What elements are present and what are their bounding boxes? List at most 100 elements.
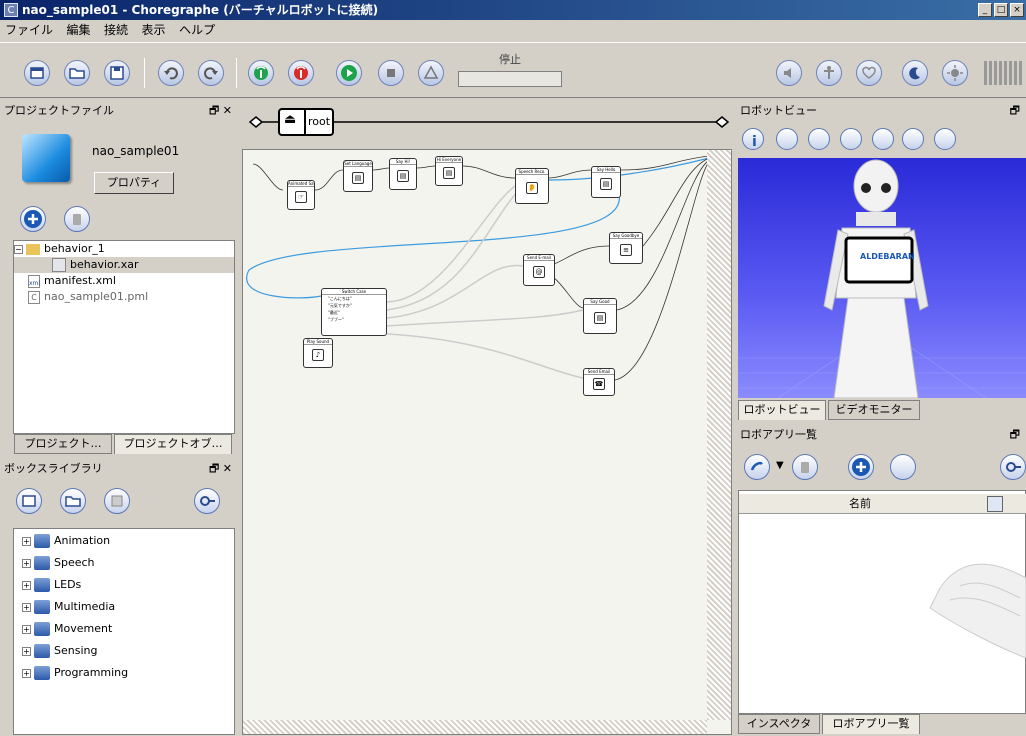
search-app-icon[interactable] — [1000, 454, 1026, 480]
open-library-icon[interactable] — [60, 488, 86, 514]
file-icon — [52, 258, 66, 272]
menu-help[interactable]: ヘルプ — [174, 20, 220, 40]
library-item-animation[interactable]: + Animation — [22, 533, 234, 549]
dropdown-arrow-icon[interactable]: ▼ — [776, 460, 784, 471]
open-project-icon[interactable] — [64, 60, 90, 86]
new-library-icon[interactable] — [16, 488, 42, 514]
new-project-icon[interactable] — [24, 60, 50, 86]
switch-case-item: "最近" — [328, 310, 340, 315]
project-panel: プロジェクトファイル 🗗 ✕ nao_sample01 プロパティ − behav… — [0, 100, 238, 456]
search-library-icon[interactable] — [194, 488, 220, 514]
main-toolbar: 停止 — [0, 42, 1026, 98]
library-item-multimedia[interactable]: + Multimedia — [22, 599, 234, 615]
stop-icon[interactable] — [378, 60, 404, 86]
disconnect-icon[interactable] — [288, 60, 314, 86]
panel-title: ロボットビュー — [740, 104, 817, 117]
redo-icon[interactable] — [198, 60, 224, 86]
menu-view[interactable]: 表示 — [137, 20, 171, 40]
rotate-icon[interactable] — [840, 128, 862, 150]
minimize-button[interactable]: _ — [978, 3, 992, 17]
menu-file[interactable]: ファイル — [0, 20, 58, 40]
upload-arrow-icon: ⏏ — [284, 112, 297, 127]
flow-box-send-mail[interactable]: Send Email ☎ — [583, 368, 615, 396]
tab-project-objects[interactable]: プロジェクトオブ… — [114, 434, 232, 454]
play-icon[interactable] — [336, 60, 362, 86]
delete-icon[interactable] — [64, 206, 90, 232]
save-library-icon[interactable] — [104, 488, 130, 514]
zoom-icon[interactable] — [902, 128, 924, 150]
close-button[interactable]: × — [1010, 3, 1024, 17]
package-app-icon[interactable] — [890, 454, 916, 480]
library-item-movement[interactable]: + Movement — [22, 621, 234, 637]
tab-app-list[interactable]: ロボアプリ一覧 — [822, 714, 920, 734]
library-item-sensing[interactable]: + Sensing — [22, 643, 234, 659]
battery-icon — [984, 61, 1024, 85]
wakeup-icon[interactable] — [942, 60, 968, 86]
add-app-icon[interactable] — [848, 454, 874, 480]
flow-box-speech-reco[interactable]: Speech Reco. 👂 — [515, 168, 549, 204]
panel-float-icon[interactable]: 🗗 — [1010, 424, 1020, 446]
volume-icon[interactable] — [776, 60, 802, 86]
window-title: nao_sample01 - Choregraphe (バーチャルロボットに接続… — [22, 3, 379, 17]
hand-view-icon[interactable] — [808, 128, 830, 150]
menu-edit[interactable]: 編集 — [62, 20, 96, 40]
box-hand-icon: ☞ — [295, 191, 307, 203]
flow-box-send-email[interactable]: Send E-mail @ — [523, 254, 555, 286]
robot-3d-view[interactable]: ALDEBARAN — [738, 158, 1026, 398]
tab-robot-view[interactable]: ロボットビュー — [738, 400, 826, 420]
menu-connect[interactable]: 接続 — [99, 20, 133, 40]
tree-item-behavior-folder[interactable]: − behavior_1 — [14, 241, 234, 257]
install-app-icon[interactable] — [744, 454, 770, 480]
library-folder-icon — [34, 600, 50, 614]
posture-icon[interactable] — [816, 60, 842, 86]
flow-box-say-hi[interactable]: Say Hi! ▤ — [389, 158, 417, 190]
add-icon[interactable] — [20, 206, 46, 232]
properties-button[interactable]: プロパティ — [94, 172, 174, 194]
sleep-icon[interactable] — [902, 60, 928, 86]
status-label: 停止 — [499, 53, 521, 66]
tab-project-files[interactable]: プロジェクト… — [14, 434, 112, 454]
remove-app-icon[interactable] — [792, 454, 818, 480]
undo-icon[interactable] — [158, 60, 184, 86]
info-icon[interactable]: i — [742, 128, 764, 150]
switch-case-item: "ブブー" — [328, 317, 344, 322]
tab-video-monitor[interactable]: ビデオモニター — [828, 400, 920, 420]
flow-box-say-hello[interactable]: Say Hello ▤ — [591, 166, 621, 198]
maximize-button[interactable]: □ — [994, 3, 1008, 17]
library-item-leds[interactable]: + LEDs — [22, 577, 234, 593]
save-project-icon[interactable] — [104, 60, 130, 86]
svg-text:i: i — [752, 134, 757, 150]
flow-scrollbar-vertical[interactable] — [707, 150, 731, 720]
tree-item-behavior-xar[interactable]: behavior.xar — [14, 257, 234, 273]
reset-view-icon[interactable] — [934, 128, 956, 150]
library-folder-icon — [34, 556, 50, 570]
column-flag-icon[interactable] — [987, 496, 1003, 512]
panel-float-close-icon[interactable]: 🗗 ✕ — [209, 458, 232, 480]
flow-box-set-language[interactable]: Set Language ▤ — [343, 160, 373, 192]
pan-icon[interactable] — [872, 128, 894, 150]
heart-icon[interactable] — [856, 60, 882, 86]
flow-box-play-sound[interactable]: Play Sound ♪ — [303, 338, 333, 368]
flow-box-switch-case[interactable]: Switch Case "こんにちは" "元気ですか" "最近" "ブブー" — [321, 288, 387, 336]
tree-item-manifest[interactable]: xml manifest.xml — [14, 273, 234, 289]
view-icon[interactable] — [776, 128, 798, 150]
library-item-speech[interactable]: + Speech — [22, 555, 234, 571]
flow-box-animated-say[interactable]: Animated Say ☞ — [287, 180, 315, 210]
project-cube-icon — [22, 134, 70, 182]
column-name[interactable]: 名前 — [849, 494, 871, 514]
tab-inspector[interactable]: インスペクタ — [738, 714, 820, 734]
flow-scrollbar-horizontal[interactable] — [243, 720, 707, 734]
flow-diagram[interactable]: Animated Say ☞ Set Language ▤ Say Hi! ▤ Hi … — [242, 149, 732, 735]
switch-case-item: "元気ですか" — [328, 303, 352, 308]
flow-box-say-good[interactable]: Say Good ▤ — [583, 298, 617, 334]
tree-item-pml[interactable]: Cnao_sample01.pml — [14, 289, 234, 305]
library-item-programming[interactable]: + Programming — [22, 665, 234, 681]
flow-box-say-goodbye[interactable]: Say Goodbye ≡ — [609, 232, 643, 264]
menu-bar: ファイル 編集 接続 表示 ヘルプ — [0, 20, 1026, 40]
panel-float-close-icon[interactable]: 🗗 ✕ — [209, 100, 232, 122]
connect-icon[interactable] — [248, 60, 274, 86]
flow-box-hi-everyone[interactable]: Hi Everyone ▤ — [435, 156, 463, 186]
breadcrumb-root[interactable]: ⏏ root — [278, 108, 334, 136]
panel-float-icon[interactable]: 🗗 — [1010, 100, 1020, 122]
debug-icon[interactable] — [418, 60, 444, 86]
